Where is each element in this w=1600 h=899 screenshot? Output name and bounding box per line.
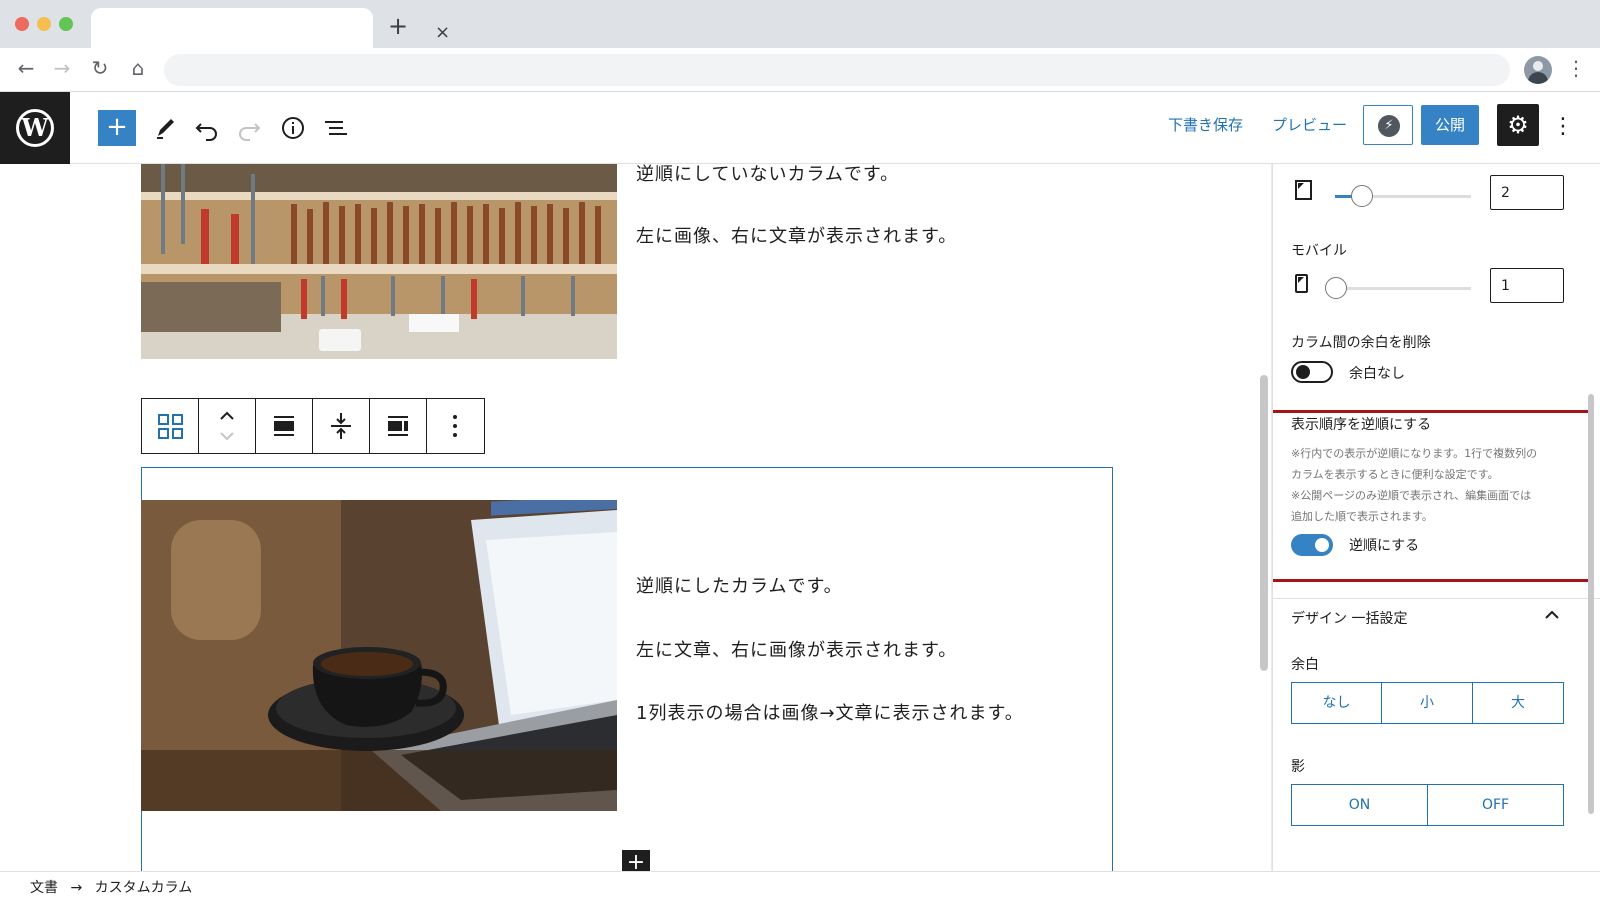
reverse-order-title: 表示順序を逆順にする (1291, 417, 1432, 433)
home-icon[interactable]: ⌂ (124, 56, 152, 80)
save-draft-button[interactable]: 下書き保存 (1168, 114, 1243, 135)
new-tab-button[interactable]: + (388, 12, 408, 40)
breadcrumb-arrow-icon: → (70, 880, 83, 896)
browser-tab[interactable]: × (91, 8, 450, 48)
margin-label: 余白 (1291, 657, 1319, 673)
bolt-icon: ⚡ (1378, 115, 1400, 137)
remove-gap-toggle-label: 余白なし (1349, 366, 1405, 382)
align-icon[interactable] (256, 399, 313, 453)
sidebar-scrollbar[interactable] (1588, 394, 1594, 814)
mobile-columns-slider[interactable] (1325, 277, 1347, 299)
block-inserter-button[interactable]: + (98, 110, 136, 146)
margin-small-button[interactable]: 小 (1381, 682, 1473, 724)
performance-button[interactable]: ⚡ (1363, 105, 1413, 145)
margin-large-button[interactable]: 大 (1472, 682, 1564, 724)
reverse-note-line: ※公開ページのみ逆順で表示され、編集画面では (1291, 489, 1532, 502)
reverse-order-toggle-knob (1315, 538, 1329, 552)
forward-icon[interactable]: → (48, 56, 76, 80)
reverse-note-line: ※行内での表示が逆順になります。1行で複数列の (1291, 447, 1538, 460)
tools-wall-image[interactable] (141, 164, 617, 359)
vertical-align-icon[interactable] (313, 399, 370, 453)
shadow-label: 影 (1291, 759, 1305, 775)
block-toolbar (141, 398, 485, 454)
coffee-laptop-image[interactable] (141, 500, 617, 811)
breadcrumb-root[interactable]: 文書 (30, 880, 58, 896)
canvas-scrollbar[interactable] (1260, 375, 1268, 671)
info-icon[interactable] (277, 112, 309, 144)
redo-icon[interactable] (233, 112, 265, 144)
publish-button[interactable]: 公開 (1421, 105, 1479, 145)
remove-gap-toggle[interactable] (1291, 361, 1333, 383)
settings-sidebar: 2 モバイル 1 カラム間の余白を削除 余白なし 表示順序を逆順にする ※行内で… (1272, 164, 1600, 871)
chevron-up-icon[interactable] (1543, 606, 1561, 628)
avatar[interactable] (1524, 56, 1552, 84)
settings-gear-icon[interactable]: ⚙ (1497, 104, 1539, 146)
block-options-icon[interactable] (427, 399, 484, 453)
address-bar[interactable] (164, 54, 1510, 86)
paragraph-reversed-2[interactable]: 左に文章、右に画像が表示されます。 (636, 636, 957, 662)
paragraph-normal-2[interactable]: 左に画像、右に文章が表示されます。 (636, 222, 957, 248)
panel-divider (1273, 598, 1600, 599)
undo-icon[interactable] (191, 112, 223, 144)
reload-icon[interactable]: ↻ (86, 56, 114, 80)
reverse-order-toggle[interactable] (1291, 534, 1333, 556)
preview-button[interactable]: プレビュー (1272, 114, 1347, 135)
shadow-on-button[interactable]: ON (1291, 784, 1428, 826)
mobile-columns-input[interactable]: 1 (1490, 268, 1564, 303)
move-up-down-icon[interactable] (199, 399, 256, 453)
paragraph-normal-1[interactable]: 逆順にしていないカラムです。 (636, 164, 899, 186)
reverse-order-toggle-label: 逆順にする (1349, 538, 1420, 554)
back-icon[interactable]: ← (12, 56, 40, 80)
wordpress-logo[interactable]: W (0, 92, 70, 164)
breadcrumb-current[interactable]: カスタムカラム (95, 880, 193, 896)
paragraph-reversed-3[interactable]: 1列表示の場合は画像→文章に表示されます。 (636, 699, 1024, 725)
mobile-icon (1295, 274, 1309, 298)
list-view-icon[interactable] (320, 112, 352, 144)
close-window-button[interactable] (15, 17, 29, 31)
tablet-icon (1295, 180, 1313, 204)
paragraph-reversed-1[interactable]: 逆順にしたカラムです。 (636, 572, 843, 598)
tab-close-icon[interactable]: × (435, 22, 450, 43)
tablet-columns-slider[interactable] (1351, 185, 1373, 207)
editor-toolbar: W + 下書き保存 プレビュー ⚡ 公開 ⚙ ⋮ (0, 92, 1600, 164)
mobile-label: モバイル (1291, 243, 1347, 259)
tablet-columns-input[interactable]: 2 (1490, 175, 1564, 210)
browser-nav-bar: ← → ↻ ⌂ ⋮ (0, 48, 1600, 92)
remove-gap-toggle-knob (1296, 365, 1310, 379)
margin-none-button[interactable]: なし (1291, 682, 1382, 724)
more-options-icon[interactable]: ⋮ (1552, 114, 1574, 139)
content-width-icon[interactable] (370, 399, 427, 453)
block-breadcrumb: 文書 → カスタムカラム (0, 871, 1600, 899)
browser-tab-bar: × + (0, 0, 1600, 48)
edit-pencil-icon[interactable] (149, 112, 181, 144)
maximize-window-button[interactable] (59, 17, 73, 31)
block-type-icon[interactable] (142, 399, 199, 453)
editor-canvas: 逆順にしていないカラムです。 左に画像、右に文章が表示されます。 逆順にしたカラ… (0, 164, 1254, 871)
reverse-note-line: カラムを表示するときに便利な設定です。 (1291, 468, 1499, 481)
mobile-columns-track (1335, 287, 1471, 290)
block-appender-button[interactable]: + (622, 850, 650, 871)
wordpress-icon: W (16, 109, 54, 147)
minimize-window-button[interactable] (37, 17, 51, 31)
design-settings-title[interactable]: デザイン 一括設定 (1291, 608, 1407, 628)
remove-gap-label: カラム間の余白を削除 (1291, 335, 1431, 351)
shadow-off-button[interactable]: OFF (1427, 784, 1564, 826)
browser-menu-icon[interactable]: ⋮ (1566, 56, 1586, 80)
reverse-note-line: 追加した順で表示されます。 (1291, 510, 1433, 523)
